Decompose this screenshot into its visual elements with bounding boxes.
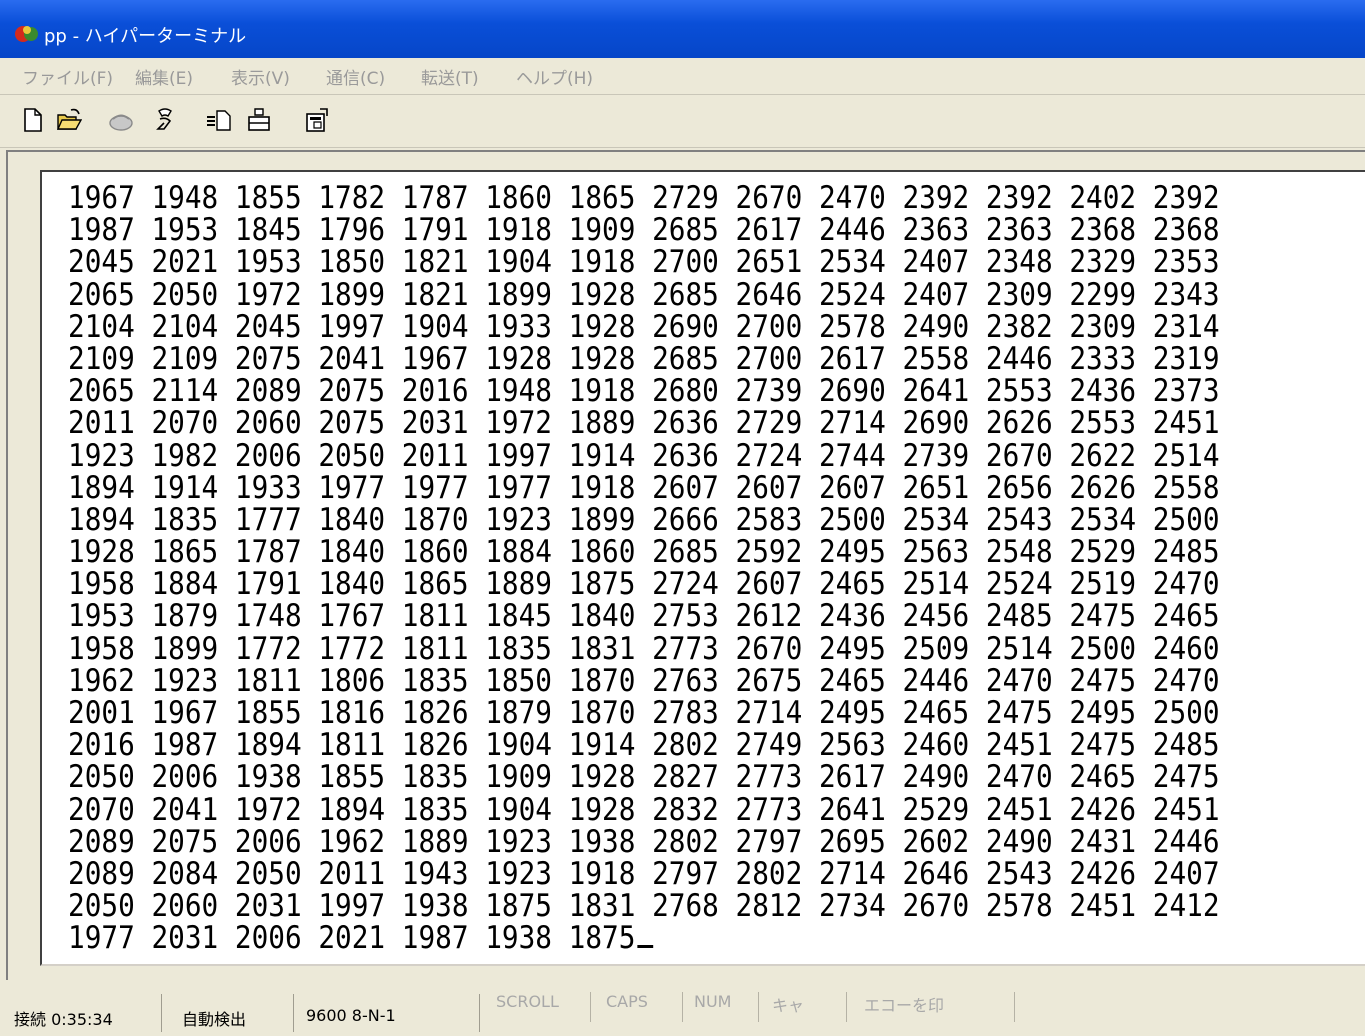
window-title: pp - ハイパーターミナル [44, 26, 247, 47]
toolbar [0, 95, 1365, 148]
status-scroll-indicator: SCROLL [496, 992, 559, 1011]
status-bar: 接続 0:35:34 自動検出 9600 8-N-1 SCROLL CAPS N… [0, 988, 1365, 1036]
terminal-line: 2050 2060 2031 1997 1938 1875 1831 2768 … [68, 888, 1220, 925]
text-cursor [637, 945, 654, 949]
menu-help[interactable]: ヘルプ(H) [516, 64, 593, 89]
terminal-line: 2016 1987 1894 1811 1826 1904 1914 2802 … [68, 727, 1220, 764]
terminal-line: 2089 2084 2050 2011 1943 1923 1918 2797 … [68, 855, 1220, 892]
terminal-line: 2045 2021 1953 1850 1821 1904 1918 2700 … [68, 244, 1220, 281]
hyperterminal-app-icon[interactable] [14, 24, 40, 44]
send-icon[interactable] [206, 107, 232, 133]
open-icon[interactable] [56, 107, 82, 133]
terminal-line: 2104 2104 2045 1997 1904 1933 1928 2690 … [68, 308, 1220, 345]
terminal-line: 2109 2109 2075 2041 1967 1928 1928 2685 … [68, 340, 1220, 377]
terminal-line: 1894 1914 1933 1977 1977 1977 1918 2607 … [68, 469, 1220, 506]
terminal-line: 2050 2006 1938 1855 1835 1909 1928 2827 … [68, 759, 1220, 796]
terminal-line: 1958 1899 1772 1772 1811 1835 1831 2773 … [68, 630, 1220, 667]
disconnect-phone-icon[interactable] [108, 107, 134, 133]
connect-icon[interactable] [152, 107, 178, 133]
terminal-line: 1977 2031 2006 2021 1987 1938 1875 [68, 922, 1220, 955]
terminal-line: 1958 1884 1791 1840 1865 1889 1875 2724 … [68, 566, 1220, 603]
status-port-settings: 9600 8-N-1 [302, 994, 480, 1032]
terminal-line: 1923 1982 2006 2050 2011 1997 1914 2636 … [68, 437, 1220, 474]
terminal-line: 2001 1967 1855 1816 1826 1879 1870 2783 … [68, 695, 1220, 731]
terminal-line: 2065 2050 1972 1899 1821 1899 1928 2685 … [68, 276, 1220, 313]
status-connection-time: 接続 0:35:34 [10, 994, 162, 1032]
status-print-echo-indicator: エコーを印 [864, 996, 945, 1015]
status-divider [846, 992, 847, 1022]
menu-transfer[interactable]: 転送(T) [421, 64, 479, 89]
terminal-line: 1987 1953 1845 1796 1791 1918 1909 2685 … [68, 212, 1220, 249]
terminal-line: 1894 1835 1777 1840 1870 1923 1899 2666 … [68, 501, 1220, 538]
status-num-indicator: NUM [694, 992, 732, 1011]
terminal-line: 1962 1923 1811 1806 1835 1850 1870 2763 … [68, 662, 1220, 699]
title-bar: pp - ハイパーターミナル [0, 0, 1365, 58]
status-capture-indicator: キャ [772, 996, 805, 1015]
terminal-line: 2065 2114 2089 2075 2016 1948 1918 2680 … [68, 373, 1220, 410]
status-divider [758, 992, 759, 1022]
terminal-line: 2089 2075 2006 1962 1889 1923 1938 2802 … [68, 823, 1220, 860]
terminal-line: 2070 2041 1972 1894 1835 1904 1928 2832 … [68, 791, 1220, 828]
terminal-output: 1967 1948 1855 1782 1787 1860 1865 2729 … [68, 182, 1220, 955]
terminal-line: 1967 1948 1855 1782 1787 1860 1865 2729 … [68, 180, 1220, 216]
menu-call[interactable]: 通信(C) [326, 64, 385, 89]
terminal-line: 1928 1865 1787 1840 1860 1884 1860 2685 … [68, 534, 1220, 571]
new-icon[interactable] [20, 107, 46, 133]
status-caps-indicator: CAPS [606, 992, 648, 1011]
terminal-line: 1953 1879 1748 1767 1811 1845 1840 2753 … [68, 598, 1220, 635]
terminal-screen[interactable]: 1967 1948 1855 1782 1787 1860 1865 2729 … [40, 170, 1365, 966]
status-divider [1014, 992, 1015, 1022]
menu-file[interactable]: ファイル(F) [22, 64, 113, 89]
menu-edit[interactable]: 編集(E) [135, 64, 193, 89]
status-divider [590, 992, 591, 1022]
properties-icon[interactable] [304, 107, 330, 133]
receive-icon[interactable] [246, 107, 272, 133]
terminal-frame: 1967 1948 1855 1782 1787 1860 1865 2729 … [6, 150, 1365, 980]
terminal-line: 2011 2070 2060 2075 2031 1972 1889 2636 … [68, 405, 1220, 442]
status-divider [682, 992, 683, 1022]
menu-bar: ファイル(F) 編集(E) 表示(V) 通信(C) 転送(T) ヘルプ(H) [0, 58, 1365, 95]
status-auto-detect: 自動検出 [178, 994, 294, 1032]
menu-view[interactable]: 表示(V) [231, 64, 290, 89]
